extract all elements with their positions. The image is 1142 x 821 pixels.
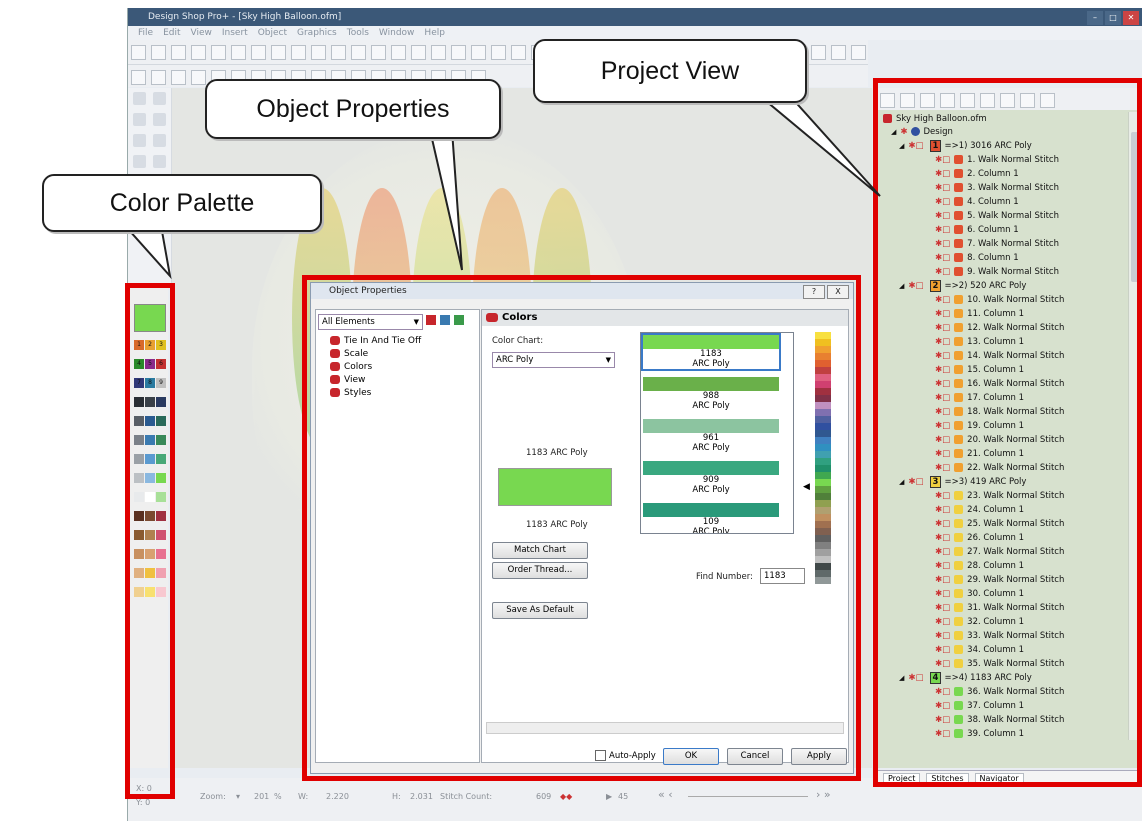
project-pointer <box>757 95 881 197</box>
callout-project-view: Project View <box>533 39 807 103</box>
callout-pointers <box>117 95 881 280</box>
callout-object-properties: Object Properties <box>205 79 501 139</box>
callout-color-palette: Color Palette <box>42 174 322 232</box>
properties-pointer <box>428 129 463 271</box>
